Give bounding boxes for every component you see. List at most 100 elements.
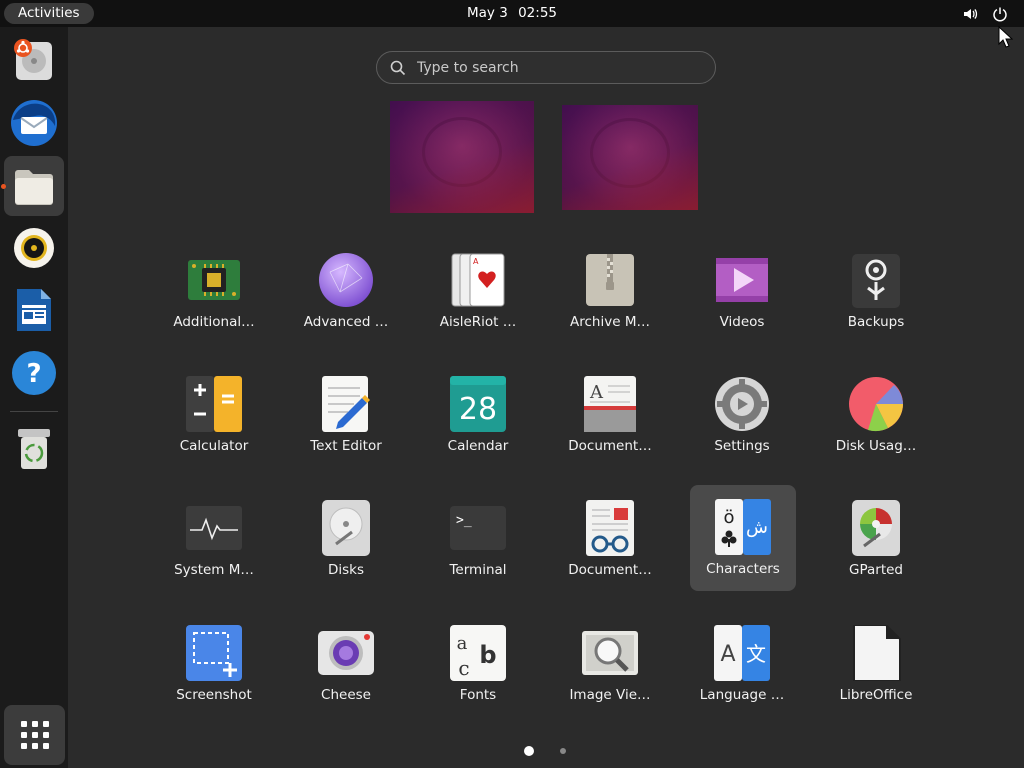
svg-text:a: a [457,633,468,654]
writer-icon [17,289,51,331]
dock-item-rhythmbox[interactable] [4,218,64,278]
svg-text:ö: ö [723,507,734,528]
gparted-icon [852,500,900,556]
app-label: System M… [174,562,254,578]
dock-separator [10,411,58,412]
app-image-viewer[interactable]: Image Vie… [557,611,663,717]
dock-item-ubuntu-installer[interactable] [4,31,64,91]
app-label: Document… [568,438,652,454]
dock-item-help[interactable]: ? [4,343,64,403]
app-label: Archive M… [570,314,650,330]
archive-manager-icon [586,254,634,306]
app-label: Language … [699,687,785,703]
disks-icon [322,500,370,556]
system-monitor-icon [186,506,242,550]
svg-text:28: 28 [459,392,497,427]
app-gparted[interactable]: GParted [823,486,929,592]
language-support-icon: A 文 [714,625,770,681]
screenshot-icon [186,625,242,681]
fonts-icon: a b c [450,625,506,681]
svg-text:>_: >_ [456,513,472,528]
image-viewer-icon [582,631,638,675]
app-videos[interactable]: Videos [689,238,795,344]
advanced-network-icon [319,253,373,307]
app-document-viewer[interactable]: Document… [557,486,663,592]
search-box[interactable] [376,51,716,84]
clock-time: 02:55 [518,5,557,21]
show-applications-button[interactable] [4,705,65,765]
svg-text:b: b [479,641,496,669]
app-label: Additional… [173,314,255,330]
svg-text:?: ? [26,359,41,389]
app-label: Calculator [179,438,249,454]
page-indicator-2[interactable] [560,748,566,754]
app-label: Advanced … [303,314,389,330]
app-aisleriot[interactable]: A AisleRiot … [425,238,531,344]
aisleriot-cards-icon: A [451,253,505,307]
workspace-thumbnail-1[interactable] [390,101,534,213]
app-label: Document… [568,562,652,578]
app-fonts[interactable]: a b c Fonts [425,611,531,717]
app-advanced-network[interactable]: Advanced … [293,238,399,344]
running-indicator [1,184,6,189]
help-icon: ? [12,351,56,395]
wallpaper-mascot [590,117,670,188]
calculator-icon [186,376,242,432]
power-icon[interactable] [992,6,1008,22]
app-libreoffice[interactable]: LibreOffice [823,611,929,717]
app-calculator[interactable]: Calculator [161,362,267,468]
app-label: Calendar [447,438,509,454]
app-cheese[interactable]: Cheese [293,611,399,717]
app-label: Disks [327,562,365,578]
volume-icon[interactable] [962,6,978,22]
libreoffice-icon [853,625,901,681]
app-label: Disk Usag… [835,438,917,454]
app-calendar[interactable]: 28 Calendar [425,362,531,468]
app-disks[interactable]: Disks [293,486,399,592]
search-icon [390,60,406,76]
mouse-cursor-icon [998,26,1014,48]
dock: ? [0,27,68,768]
app-screenshot[interactable]: Screenshot [161,611,267,717]
dock-item-thunderbird[interactable] [4,93,64,153]
dock-item-libreoffice-writer[interactable] [4,280,64,340]
app-terminal[interactable]: >_ Terminal [425,486,531,592]
document-scanner-icon: A [584,376,636,432]
app-language-support[interactable]: A 文 Language … [689,611,795,717]
app-text-editor[interactable]: Text Editor [293,362,399,468]
app-label: Characters [706,561,780,577]
svg-text:A: A [720,642,735,667]
dock-item-trash[interactable] [4,419,64,479]
app-document-scanner[interactable]: A Document… [557,362,663,468]
settings-icon [715,377,769,431]
app-characters[interactable]: ö ش Characters [690,485,796,591]
app-label: Screenshot [176,687,252,703]
disk-usage-icon [849,377,903,432]
app-additional-drivers[interactable]: Additional… [161,238,267,344]
system-tray[interactable] [962,4,1008,23]
app-label: GParted [849,562,903,578]
files-icon [15,170,53,205]
backups-icon [852,254,900,308]
search-input[interactable] [417,52,697,83]
app-settings[interactable]: Settings [689,362,795,468]
svg-text:文: 文 [746,642,766,666]
cheese-icon [318,631,374,675]
workspace-thumbnail-2[interactable] [562,105,698,210]
svg-text:A: A [589,382,604,403]
app-label: Image Vie… [569,687,651,703]
app-label: Backups [847,314,905,330]
app-label: LibreOffice [839,687,913,703]
clock-date: May 3 [467,5,508,21]
dock-item-files[interactable] [4,156,64,216]
text-editor-icon [322,376,370,432]
page-indicator-1[interactable] [524,746,534,756]
disk-installer-icon [14,39,52,80]
app-backups[interactable]: Backups [823,238,929,344]
clock[interactable]: May 3 02:55 [0,0,1024,27]
thunderbird-icon [11,100,57,146]
app-disk-usage[interactable]: Disk Usag… [823,362,929,468]
app-archive-manager[interactable]: Archive M… [557,238,663,344]
app-label: Terminal [449,562,507,578]
app-system-monitor[interactable]: System M… [161,486,267,592]
